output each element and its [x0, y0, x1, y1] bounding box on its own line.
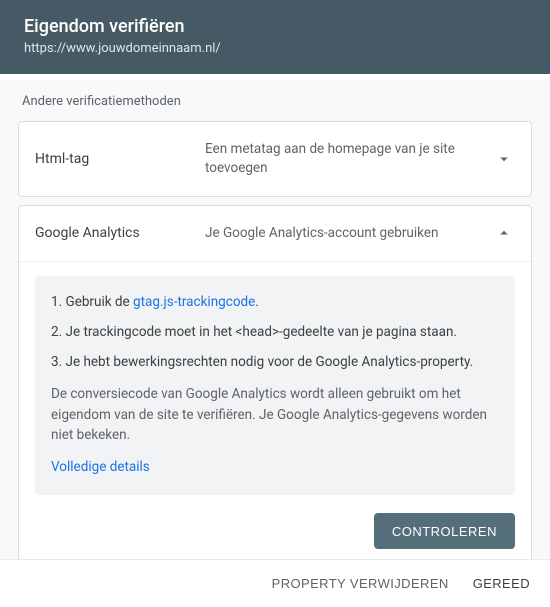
method-title: Html-tag	[35, 151, 205, 167]
method-header-google-analytics[interactable]: Google Analytics Je Google Analytics-acc…	[19, 206, 531, 261]
method-desc: Een metatag aan de homepage van je site …	[205, 140, 493, 178]
gtag-link[interactable]: gtag.js-trackingcode	[133, 294, 255, 310]
method-card-html-tag: Html-tag Een metatag aan de homepage van…	[18, 121, 532, 197]
full-details-link[interactable]: Volledige details	[51, 457, 150, 477]
done-button[interactable]: GEREED	[473, 576, 530, 591]
remove-property-button[interactable]: PROPERTY VERWIJDEREN	[272, 576, 449, 591]
dialog-subtitle: https://www.jouwdomeinnaam.nl/	[24, 41, 526, 56]
method-content-google-analytics: Gebruik de gtag.js-trackingcode. Je trac…	[19, 261, 531, 559]
instruction-step-1: Gebruik de gtag.js-trackingcode.	[51, 292, 499, 312]
dialog-title: Eigendom verifiëren	[24, 16, 526, 37]
instructions-box: Gebruik de gtag.js-trackingcode. Je trac…	[35, 276, 515, 496]
dialog-header: Eigendom verifiëren https://www.jouwdome…	[0, 0, 550, 74]
chevron-up-icon	[493, 224, 515, 242]
method-title: Google Analytics	[35, 225, 205, 241]
instruction-step-2: Je trackingcode moet in het <head>-gedee…	[51, 322, 499, 342]
section-label-other-methods: Andere verificatiemethoden	[18, 80, 532, 121]
dialog-footer: PROPERTY VERWIJDEREN GEREED	[0, 559, 550, 607]
instructions-list: Gebruik de gtag.js-trackingcode. Je trac…	[51, 292, 499, 373]
verify-button[interactable]: CONTROLEREN	[374, 513, 515, 549]
method-card-google-analytics: Google Analytics Je Google Analytics-acc…	[18, 205, 532, 559]
action-row: CONTROLEREN	[35, 513, 515, 549]
instructions-note: De conversiecode van Google Analytics wo…	[51, 384, 499, 445]
dialog-body[interactable]: Andere verificatiemethoden Html-tag Een …	[0, 80, 550, 559]
chevron-down-icon	[493, 150, 515, 168]
method-header-html-tag[interactable]: Html-tag Een metatag aan de homepage van…	[19, 122, 531, 196]
method-desc: Je Google Analytics-account gebruiken	[205, 224, 493, 243]
instruction-step-3: Je hebt bewerkingsrechten nodig voor de …	[51, 352, 499, 372]
